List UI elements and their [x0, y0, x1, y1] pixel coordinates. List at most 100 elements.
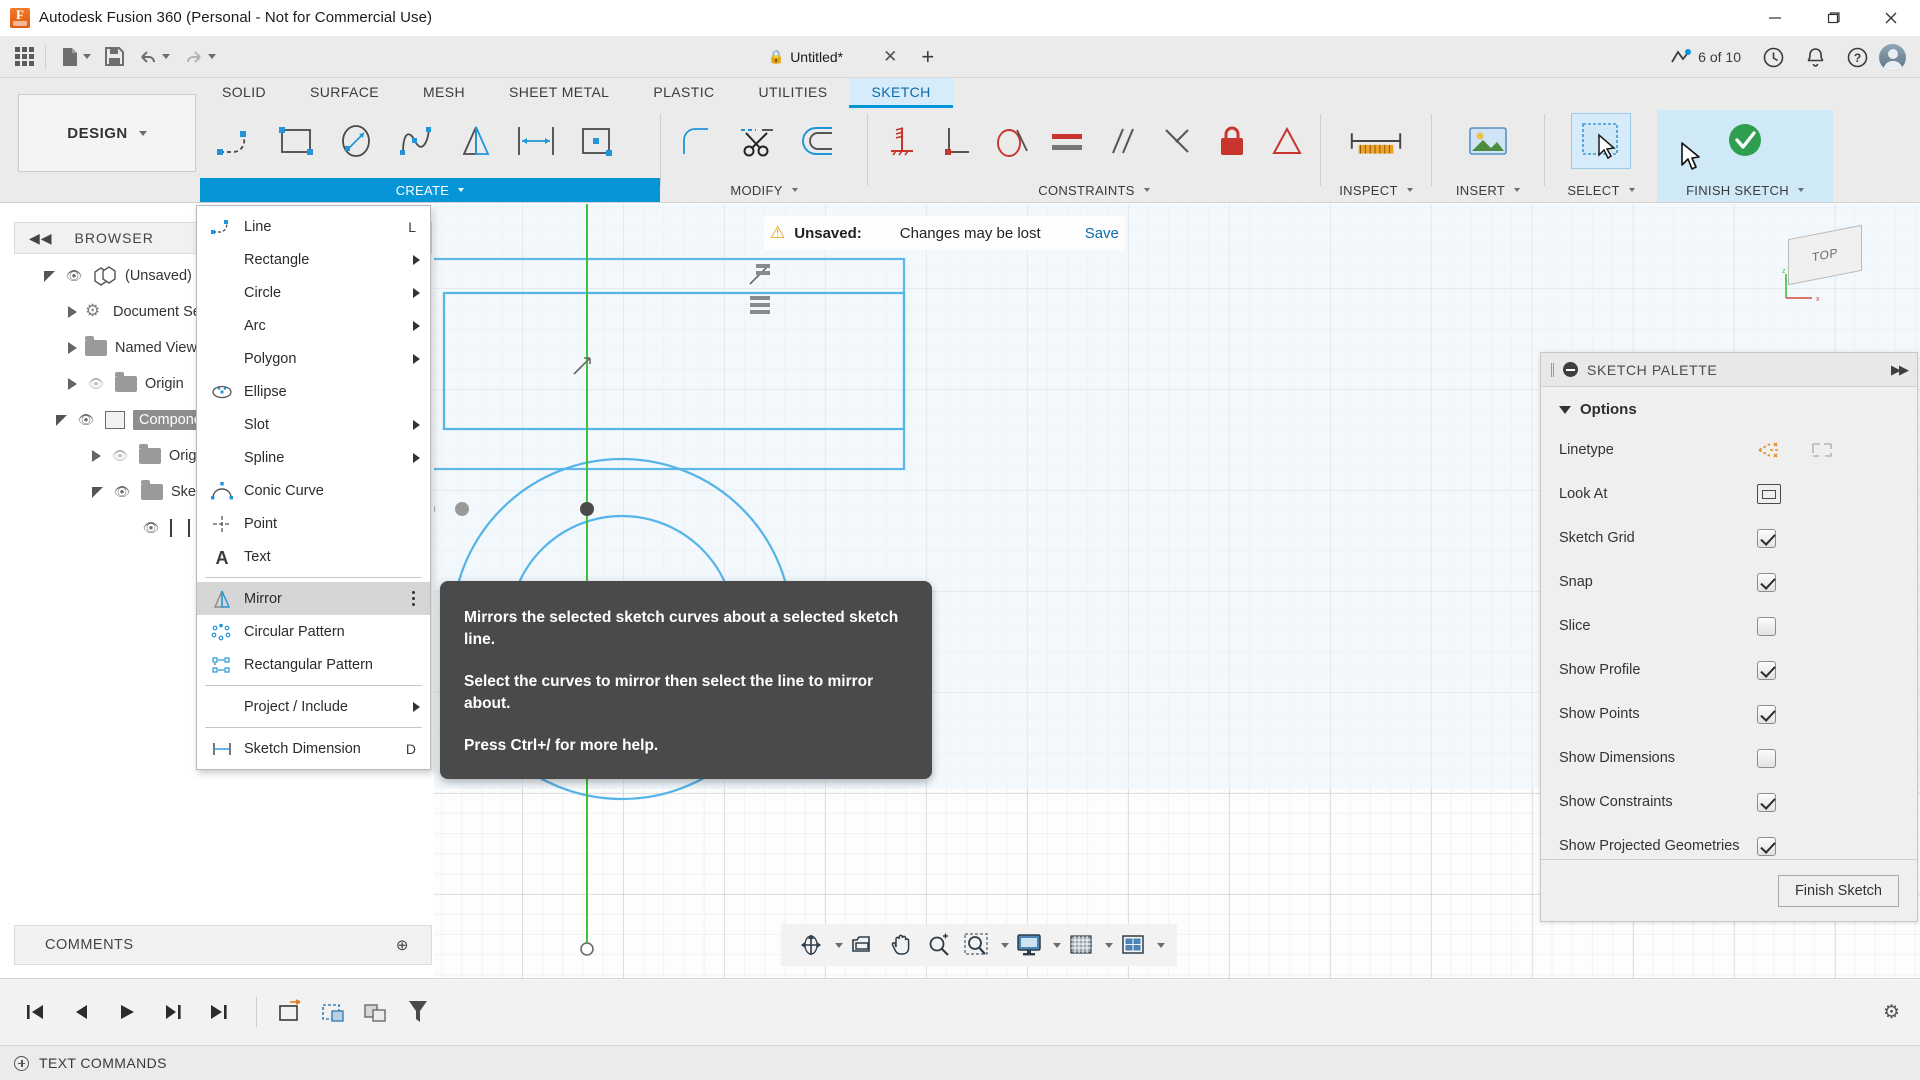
tab-plastic[interactable]: PLASTIC: [631, 78, 736, 108]
sketch-palette-header[interactable]: SKETCH PALETTE ▶▶: [1541, 353, 1917, 387]
menu-item-spline[interactable]: Spline: [197, 441, 430, 474]
visibility-off-icon[interactable]: 👁: [85, 376, 107, 392]
more-options-icon[interactable]: [406, 591, 420, 606]
expand-triangle-icon[interactable]: [56, 415, 67, 426]
tool-show-hide-constraints[interactable]: [1259, 113, 1314, 169]
palette-row-show-constraints[interactable]: Show Constraints: [1541, 780, 1917, 824]
menu-item-polygon[interactable]: Polygon: [197, 342, 430, 375]
maximize-button[interactable]: [1804, 0, 1862, 36]
group-label-inspect[interactable]: INSPECT: [1321, 178, 1431, 202]
tool-equal[interactable]: [1039, 113, 1094, 169]
sketch-feature-icon[interactable]: [317, 998, 351, 1026]
comments-panel[interactable]: COMMENTS ⊕: [14, 925, 432, 965]
grid-snaps-icon[interactable]: [1063, 928, 1099, 962]
tab-mesh[interactable]: MESH: [401, 78, 487, 108]
group-label-constraints[interactable]: CONSTRAINTS: [868, 178, 1320, 202]
close-tab-icon[interactable]: ✕: [883, 47, 897, 67]
tool-rectangle[interactable]: [266, 113, 326, 169]
component-feature-icon[interactable]: [359, 998, 393, 1026]
menu-item-circle[interactable]: Circle: [197, 276, 430, 309]
palette-row-show-profile[interactable]: Show Profile: [1541, 648, 1917, 692]
options-section-header[interactable]: Options: [1541, 387, 1917, 428]
group-label-insert[interactable]: INSERT: [1432, 178, 1544, 202]
text-commands-label[interactable]: TEXT COMMANDS: [39, 1055, 167, 1071]
browser-collapse-icon[interactable]: ◀◀: [29, 230, 53, 247]
tool-select[interactable]: [1571, 113, 1631, 169]
user-avatar[interactable]: [1879, 44, 1906, 71]
new-tab-icon[interactable]: +: [921, 44, 934, 70]
menu-item-ellipse[interactable]: Ellipse: [197, 375, 430, 408]
palette-row-snap[interactable]: Snap: [1541, 560, 1917, 604]
menu-item-point[interactable]: Point: [197, 507, 430, 540]
group-label-create[interactable]: CREATE: [200, 178, 660, 202]
new-file-button[interactable]: [56, 40, 96, 74]
timeline-marker-icon[interactable]: [275, 998, 309, 1026]
expand-triangle-icon[interactable]: [92, 450, 101, 462]
save-link[interactable]: Save: [1085, 225, 1119, 242]
linetype-construction-icon[interactable]: [1809, 439, 1835, 461]
minimize-button[interactable]: [1746, 0, 1804, 36]
tool-slot[interactable]: [506, 113, 566, 169]
palette-row-linetype[interactable]: Linetype: [1541, 428, 1917, 472]
tool-symmetry[interactable]: [1149, 113, 1204, 169]
tool-parallel[interactable]: [1094, 113, 1149, 169]
palette-row-sketch-grid[interactable]: Sketch Grid: [1541, 516, 1917, 560]
job-status-button[interactable]: 6 of 10: [1659, 40, 1752, 74]
show-dimensions-checkbox[interactable]: [1757, 749, 1776, 768]
document-tab[interactable]: 🔒 Untitled*: [760, 42, 851, 72]
undo-button[interactable]: [133, 40, 175, 74]
menu-item-arc[interactable]: Arc: [197, 309, 430, 342]
workspace-selector[interactable]: DESIGN: [18, 94, 196, 172]
menu-item-rectangle[interactable]: Rectangle: [197, 243, 430, 276]
tool-insert-image[interactable]: [1458, 113, 1518, 169]
tool-lock[interactable]: [1204, 113, 1259, 169]
jump-to-start-icon[interactable]: [16, 993, 54, 1031]
visibility-eye-icon[interactable]: 👁: [111, 484, 133, 500]
tab-surface[interactable]: SURFACE: [288, 78, 401, 108]
show-points-checkbox[interactable]: [1757, 705, 1776, 724]
collapse-icon[interactable]: [1563, 362, 1578, 377]
look-at-icon[interactable]: [845, 928, 881, 962]
display-settings-icon[interactable]: [1011, 928, 1047, 962]
show-projected-geometries-checkbox[interactable]: [1757, 837, 1776, 856]
palette-row-look-at[interactable]: Look At: [1541, 472, 1917, 516]
tool-point[interactable]: [566, 113, 626, 169]
finish-sketch-button[interactable]: Finish Sketch: [1778, 875, 1899, 907]
menu-item-rectangular-pattern[interactable]: Rectangular Pattern: [197, 648, 430, 681]
tab-sheet-metal[interactable]: SHEET METAL: [487, 78, 631, 108]
expand-panel-icon[interactable]: ▶▶: [1891, 362, 1907, 378]
help-icon[interactable]: ?: [1836, 40, 1879, 74]
close-button[interactable]: [1862, 0, 1920, 36]
tool-fillet[interactable]: [667, 113, 727, 169]
menu-item-conic-curve[interactable]: Conic Curve: [197, 474, 430, 507]
linetype-normal-icon[interactable]: [1757, 439, 1783, 461]
tool-mirror-ribbon[interactable]: [446, 113, 506, 169]
recent-icon[interactable]: [1752, 40, 1795, 74]
show-profile-checkbox[interactable]: [1757, 661, 1776, 680]
show-constraints-checkbox[interactable]: [1757, 793, 1776, 812]
tool-perpendicular[interactable]: [929, 113, 984, 169]
orbit-icon[interactable]: [793, 928, 829, 962]
play-icon[interactable]: [108, 993, 146, 1031]
app-grid-icon[interactable]: [10, 40, 39, 74]
menu-item-text[interactable]: A Text: [197, 540, 430, 573]
sketch-grid-checkbox[interactable]: [1757, 529, 1776, 548]
zoom-window-icon[interactable]: [959, 928, 995, 962]
menu-item-mirror[interactable]: Mirror: [197, 582, 430, 615]
snap-checkbox[interactable]: [1757, 573, 1776, 592]
circle-plus-icon[interactable]: [14, 1056, 29, 1071]
group-label-select[interactable]: SELECT: [1545, 178, 1657, 202]
step-forward-icon[interactable]: [154, 993, 192, 1031]
tool-circle[interactable]: [326, 113, 386, 169]
slice-checkbox[interactable]: [1757, 617, 1776, 636]
chevron-down-icon[interactable]: [1053, 943, 1061, 948]
tool-trim[interactable]: [727, 113, 787, 169]
viewports-icon[interactable]: [1115, 928, 1151, 962]
chevron-down-icon[interactable]: [1105, 943, 1113, 948]
palette-row-slice[interactable]: Slice: [1541, 604, 1917, 648]
group-label-modify[interactable]: MODIFY: [661, 178, 867, 202]
jump-to-end-icon[interactable]: [200, 993, 238, 1031]
chevron-down-icon[interactable]: [835, 943, 843, 948]
tool-line[interactable]: [206, 113, 266, 169]
tool-tangent[interactable]: [984, 113, 1039, 169]
